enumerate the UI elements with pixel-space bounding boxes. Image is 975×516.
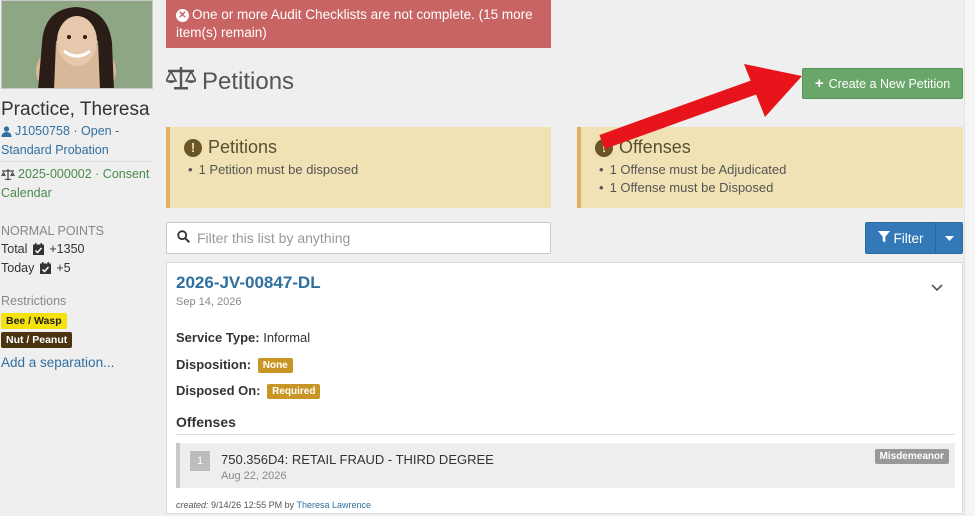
scales-icon [1,168,15,185]
petition-card: 2026-JV-00847-DL Sep 14, 2026 Service Ty… [166,262,963,514]
offense-list-item[interactable]: 1 750.356D4: RETAIL FRAUD - THIRD DEGREE… [176,443,955,488]
youth-id-link[interactable]: J1050758 · Open - Standard Probation [1,123,151,159]
filter-button[interactable]: Filter [866,223,936,253]
chevron-down-icon[interactable] [931,279,943,297]
audit-checklist-alert: ✕ One or more Audit Checklists are not co… [166,0,551,48]
create-petition-label: Create a New Petition [828,76,951,91]
disposition-label: Disposition: [176,357,252,372]
created-label: created: [176,500,209,510]
service-type-field: Service Type: Informal [176,330,310,345]
page-title-text: Petitions [202,67,295,95]
warning-item: 1 Offense must be Disposed [595,179,949,197]
restriction-badge-nut-peanut: Nut / Peanut [1,332,73,348]
divider [1,161,153,162]
points-label: NORMAL POINTS [1,224,105,238]
funnel-icon [877,230,890,246]
disposed-on-label: Disposed On: [176,383,261,398]
total-points: Total +1350 [1,242,84,258]
today-points: Today +5 [1,261,71,277]
warning-item: 1 Petition must be disposed [184,161,537,179]
restriction-badge-bee-wasp: Bee / Wasp [1,313,67,329]
search-icon [177,230,191,246]
petitions-warning-title: Petitions [208,137,278,157]
total-label: Total [1,242,28,256]
service-type-value: Informal [263,330,311,345]
page-scrollbar[interactable] [964,0,975,516]
plus-icon: + [814,75,824,92]
youth-id-text: J1050758 · Open - Standard Probation [1,124,120,157]
offense-description: 750.356D4: RETAIL FRAUD - THIRD DEGREE [221,452,494,467]
exclamation-icon: ! [184,138,202,157]
offense-class-badge: Misdemeanor [874,449,949,464]
scales-icon [164,66,198,97]
divider [176,434,955,435]
petition-date: Sep 14, 2026 [176,296,242,308]
warning-item: 1 Offense must be Adjudicated [595,161,949,179]
exclamation-icon: ! [595,138,613,157]
create-petition-button[interactable]: + Create a New Petition [802,68,963,99]
page-title: Petitions [164,66,295,97]
alert-text: One or more Audit Checklists are not com… [176,7,533,40]
offenses-heading: Offenses [176,414,236,430]
search-placeholder: Filter this list by anything [197,230,351,246]
offenses-warning-title: Offenses [619,137,691,157]
offenses-warning: !Offenses 1 Offense must be Adjudicated … [577,127,963,208]
created-text: 9/14/26 12:55 PM by [211,500,295,510]
filter-dropdown-toggle[interactable] [936,223,962,253]
profile-photo [1,0,153,89]
disposed-on-badge: Required [267,384,321,399]
profile-name: Practice, Theresa [1,99,150,120]
restrictions-label: Restrictions [1,294,67,308]
user-icon [1,125,12,142]
created-footer: created: 9/14/26 12:55 PM by Theresa Law… [176,500,371,510]
today-label: Today [1,261,35,275]
calendar-check-icon [32,243,44,258]
total-value: +1350 [49,242,85,256]
profile-sidebar: Practice, Theresa J1050758 · Open - Stan… [0,0,156,516]
disposition-badge: None [257,358,293,373]
filter-button-group[interactable]: Filter [865,222,963,254]
add-separation-link[interactable]: Add a separation... [1,355,114,370]
offense-date: Aug 22, 2026 [221,470,287,482]
disposed-on-field: Disposed On: Required [176,383,321,399]
case-link[interactable]: 2025-000002 · Consent Calendar [1,166,151,202]
service-type-label: Service Type: [176,330,260,345]
today-value: +5 [56,261,71,275]
offense-number: 1 [190,451,210,471]
error-circle-icon: ✕ [176,9,189,22]
calendar-check-icon [39,262,51,277]
filter-label: Filter [893,230,924,246]
filter-search-input[interactable]: Filter this list by anything [166,222,551,254]
case-text: 2025-000002 · Consent Calendar [1,167,150,200]
created-by-link[interactable]: Theresa Lawrence [296,500,371,510]
petitions-warning: ! Petitions 1 Petition must be disposed [166,127,551,208]
caret-down-icon [944,233,954,243]
petition-number-link[interactable]: 2026-JV-00847-DL [176,273,321,293]
disposition-field: Disposition: None [176,357,293,373]
